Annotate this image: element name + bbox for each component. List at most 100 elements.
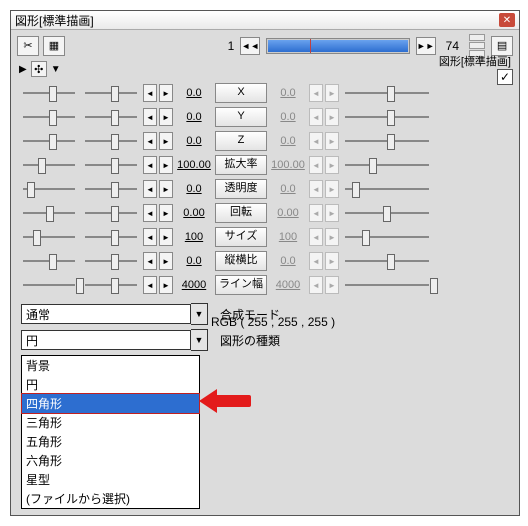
label-button-line[interactable]: ライン幅 [215,275,267,295]
slider-right-scale[interactable] [343,156,431,174]
value-ratio[interactable]: 0.0 [175,255,213,267]
cut-icon[interactable]: ✂ [17,36,39,56]
target-icon[interactable]: ✣ [31,61,47,77]
value2-alpha[interactable]: 0.0 [269,183,307,195]
slider-right-size[interactable] [343,228,431,246]
value-size[interactable]: 100 [175,231,213,243]
timeline[interactable] [266,38,409,54]
label-button-y[interactable]: Y [215,107,267,127]
dec-line[interactable]: ◄ [143,276,157,294]
dec2-scale[interactable]: ◄ [309,156,323,174]
shape-dropdown[interactable]: 背景円四角形三角形五角形六角形星型(ファイルから選択) [21,355,200,509]
dec2-rot[interactable]: ◄ [309,204,323,222]
value2-scale[interactable]: 100.00 [269,159,307,171]
slider-left-ratio[interactable] [21,252,77,270]
inc-alpha[interactable]: ► [159,180,173,198]
value2-x[interactable]: 0.0 [269,87,307,99]
dec2-z[interactable]: ◄ [309,132,323,150]
inc-size[interactable]: ► [159,228,173,246]
skip-last-button[interactable]: ►► [416,37,436,55]
slider-mid-line[interactable] [83,276,139,294]
inc2-ratio[interactable]: ► [325,252,339,270]
skip-first-button[interactable]: ◄◄ [240,37,260,55]
dec2-ratio[interactable]: ◄ [309,252,323,270]
slider-mid-x[interactable] [83,84,139,102]
slider-left-y[interactable] [21,108,77,126]
slider-left-x[interactable] [21,84,77,102]
inc-z[interactable]: ► [159,132,173,150]
dec-size[interactable]: ◄ [143,228,157,246]
slider-mid-alpha[interactable] [83,180,139,198]
dec-x[interactable]: ◄ [143,84,157,102]
inc2-x[interactable]: ► [325,84,339,102]
titlebar[interactable]: 図形[標準描画] ✕ [11,11,519,30]
slider-left-line[interactable] [21,276,77,294]
dropdown-item-2[interactable]: 四角形 [22,394,199,413]
dropdown-item-6[interactable]: 星型 [22,470,199,489]
slider-mid-z[interactable] [83,132,139,150]
dec-rot[interactable]: ◄ [143,204,157,222]
stack-mid[interactable] [469,42,485,49]
slider-mid-rot[interactable] [83,204,139,222]
value2-y[interactable]: 0.0 [269,111,307,123]
visible-checkbox[interactable]: ✓ [497,69,513,85]
shape-combo-button[interactable]: ▼ [191,329,208,351]
dropdown-item-4[interactable]: 五角形 [22,432,199,451]
value2-ratio[interactable]: 0.0 [269,255,307,267]
inc-line[interactable]: ► [159,276,173,294]
slider-left-scale[interactable] [21,156,77,174]
slider-mid-scale[interactable] [83,156,139,174]
label-button-scale[interactable]: 拡大率 [215,155,267,175]
dec2-line[interactable]: ◄ [309,276,323,294]
slider-left-size[interactable] [21,228,77,246]
inc-x[interactable]: ► [159,84,173,102]
label-button-x[interactable]: X [215,83,267,103]
slider-right-alpha[interactable] [343,180,431,198]
label-button-alpha[interactable]: 透明度 [215,179,267,199]
inc2-line[interactable]: ► [325,276,339,294]
slider-right-x[interactable] [343,84,431,102]
value-rot[interactable]: 0.00 [175,207,213,219]
inc2-y[interactable]: ► [325,108,339,126]
dec2-alpha[interactable]: ◄ [309,180,323,198]
slider-mid-ratio[interactable] [83,252,139,270]
value-line[interactable]: 4000 [175,279,213,291]
value-alpha[interactable]: 0.0 [175,183,213,195]
value2-size[interactable]: 100 [269,231,307,243]
slider-right-rot[interactable] [343,204,431,222]
blend-combo-button[interactable]: ▼ [191,303,208,325]
slider-mid-y[interactable] [83,108,139,126]
stack-up[interactable] [469,34,485,41]
value-z[interactable]: 0.0 [175,135,213,147]
dec-alpha[interactable]: ◄ [143,180,157,198]
dec-scale[interactable]: ◄ [143,156,157,174]
dec2-size[interactable]: ◄ [309,228,323,246]
value-x[interactable]: 0.0 [175,87,213,99]
slider-mid-size[interactable] [83,228,139,246]
slider-right-y[interactable] [343,108,431,126]
inc-rot[interactable]: ► [159,204,173,222]
inc2-z[interactable]: ► [325,132,339,150]
inc-scale[interactable]: ► [159,156,173,174]
value-scale[interactable]: 100.00 [175,159,213,171]
slider-left-z[interactable] [21,132,77,150]
inc-y[interactable]: ► [159,108,173,126]
inc2-alpha[interactable]: ► [325,180,339,198]
value2-line[interactable]: 4000 [269,279,307,291]
slider-right-z[interactable] [343,132,431,150]
value2-z[interactable]: 0.0 [269,135,307,147]
close-button[interactable]: ✕ [499,13,515,27]
dropdown-item-3[interactable]: 三角形 [22,413,199,432]
expand-down-icon[interactable]: ▼ [51,64,61,75]
shape-combo[interactable]: 円 [21,330,191,350]
dec-z[interactable]: ◄ [143,132,157,150]
dec-ratio[interactable]: ◄ [143,252,157,270]
inc2-rot[interactable]: ► [325,204,339,222]
label-button-rot[interactable]: 回転 [215,203,267,223]
value-y[interactable]: 0.0 [175,111,213,123]
inc2-scale[interactable]: ► [325,156,339,174]
slider-right-line[interactable] [343,276,431,294]
dec2-x[interactable]: ◄ [309,84,323,102]
image-icon[interactable]: ▦ [43,36,65,56]
slider-right-ratio[interactable] [343,252,431,270]
